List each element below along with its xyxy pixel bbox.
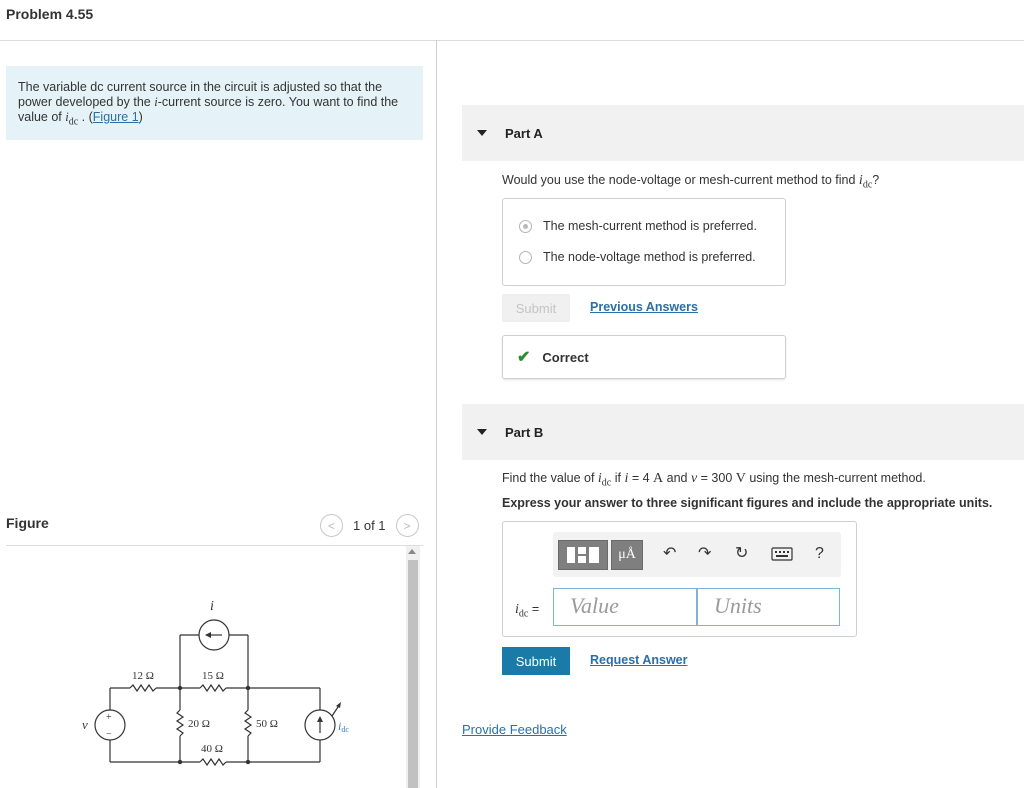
radio-unselected[interactable] bbox=[519, 250, 532, 264]
r12-label: 12 Ω bbox=[132, 670, 154, 682]
units-input[interactable]: Units bbox=[697, 588, 840, 626]
part-a-question-text: Would you use the node-voltage or mesh-c… bbox=[502, 173, 859, 187]
r20-label: 20 Ω bbox=[188, 718, 210, 730]
part-b-var-idc-sub: dc bbox=[601, 477, 612, 489]
part-a-question-sub: dc bbox=[862, 179, 873, 191]
math-toolbar: μÅ ↶ ↷ ↻ ? bbox=[553, 532, 841, 577]
request-answer-link[interactable]: Request Answer bbox=[590, 653, 687, 667]
keyboard-icon[interactable] bbox=[771, 547, 793, 561]
part-b-text-3: and bbox=[663, 471, 691, 485]
chevron-left-icon: < bbox=[327, 518, 335, 533]
option-node-voltage-label: The node-voltage method is preferred. bbox=[543, 250, 756, 264]
scroll-up-icon[interactable] bbox=[408, 549, 416, 554]
units-button[interactable]: μÅ bbox=[611, 540, 643, 570]
figure-link[interactable]: Figure 1 bbox=[93, 110, 139, 124]
v-label: v bbox=[82, 717, 88, 732]
templates-icon bbox=[567, 547, 599, 563]
variable-sub: dc bbox=[518, 608, 529, 620]
part-a-header[interactable]: Part A bbox=[462, 105, 1024, 161]
answer-panel: μÅ ↶ ↷ ↻ ? idc = Value Units bbox=[502, 521, 857, 637]
part-b-title: Part B bbox=[505, 424, 544, 440]
part-a-question-end: ? bbox=[872, 173, 880, 187]
undo-icon[interactable]: ↶ bbox=[663, 544, 676, 564]
part-b-text-2: if bbox=[611, 471, 625, 485]
part-a-question: Would you use the node-voltage or mesh-c… bbox=[502, 173, 879, 191]
part-a-feedback: ✔ Correct bbox=[502, 335, 786, 379]
figure-pager: < 1 of 1 > bbox=[320, 514, 419, 537]
part-b-header[interactable]: Part B bbox=[462, 404, 1024, 460]
part-a-submit-button[interactable]: Submit bbox=[502, 294, 570, 322]
help-icon[interactable]: ? bbox=[815, 544, 824, 564]
idc-label: idc bbox=[338, 719, 349, 734]
templates-button[interactable] bbox=[558, 540, 608, 570]
units-label: μÅ bbox=[618, 547, 636, 562]
r15-label: 15 Ω bbox=[202, 670, 224, 682]
plus-label: + bbox=[106, 712, 112, 723]
figure-scroll-thumb[interactable] bbox=[408, 560, 418, 788]
r40-label: 40 Ω bbox=[201, 743, 223, 755]
part-b-instruction: Express your answer to three significant… bbox=[502, 496, 993, 510]
figure-label: Figure bbox=[6, 515, 49, 531]
header-divider bbox=[0, 40, 1024, 41]
part-b-eq-1: = 4 bbox=[628, 471, 654, 485]
intro-var-idc-sub: dc bbox=[68, 116, 79, 128]
problem-intro: The variable dc current source in the ci… bbox=[6, 66, 423, 140]
part-b-submit-button[interactable]: Submit bbox=[502, 647, 570, 675]
option-mesh-current[interactable]: The mesh-current method is preferred. bbox=[519, 219, 757, 233]
column-divider bbox=[436, 40, 437, 788]
provide-feedback-link[interactable]: Provide Feedback bbox=[462, 722, 567, 737]
part-a-title: Part A bbox=[505, 125, 543, 141]
part-b-unit-a: A bbox=[653, 471, 664, 486]
option-node-voltage[interactable]: The node-voltage method is preferred. bbox=[519, 250, 756, 264]
correct-text: Correct bbox=[542, 349, 589, 365]
collapse-triangle-icon[interactable] bbox=[477, 429, 487, 435]
equals-sign: = bbox=[528, 602, 540, 616]
part-b-unit-v: V bbox=[735, 471, 746, 486]
i-label: i bbox=[210, 599, 214, 614]
part-a-options: The mesh-current method is preferred. Th… bbox=[502, 198, 786, 286]
r50-label: 50 Ω bbox=[256, 718, 278, 730]
figure-prev-button[interactable]: < bbox=[320, 514, 343, 537]
radio-selected[interactable] bbox=[519, 219, 532, 233]
reset-icon[interactable]: ↻ bbox=[735, 544, 748, 564]
chevron-right-icon: > bbox=[403, 518, 411, 533]
part-b-question: Find the value of idc if i = 4 A and v =… bbox=[502, 471, 926, 489]
previous-answers-link[interactable]: Previous Answers bbox=[590, 300, 698, 314]
part-b-text-1: Find the value of bbox=[502, 471, 598, 485]
variable-label: idc = bbox=[515, 602, 539, 620]
part-b-text-4: using the mesh-current method. bbox=[745, 471, 926, 485]
intro-text-3: . ( bbox=[78, 110, 93, 124]
intro-text-4: ) bbox=[138, 110, 143, 124]
check-icon: ✔ bbox=[517, 349, 531, 366]
figure-divider bbox=[6, 545, 423, 546]
circuit-diagram: 12 Ω 15 Ω 20 Ω 50 Ω 40 Ω i v + − idc bbox=[82, 599, 349, 767]
problem-title: Problem 4.55 bbox=[6, 6, 94, 22]
minus-label: − bbox=[106, 729, 112, 740]
part-b-eq-2: = 300 bbox=[697, 471, 736, 485]
figure-page-indicator: 1 of 1 bbox=[353, 518, 386, 533]
figure-next-button[interactable]: > bbox=[395, 514, 419, 537]
redo-icon[interactable]: ↷ bbox=[698, 544, 711, 564]
collapse-triangle-icon[interactable] bbox=[477, 130, 487, 136]
value-input[interactable]: Value bbox=[553, 588, 697, 626]
option-mesh-current-label: The mesh-current method is preferred. bbox=[543, 219, 757, 233]
